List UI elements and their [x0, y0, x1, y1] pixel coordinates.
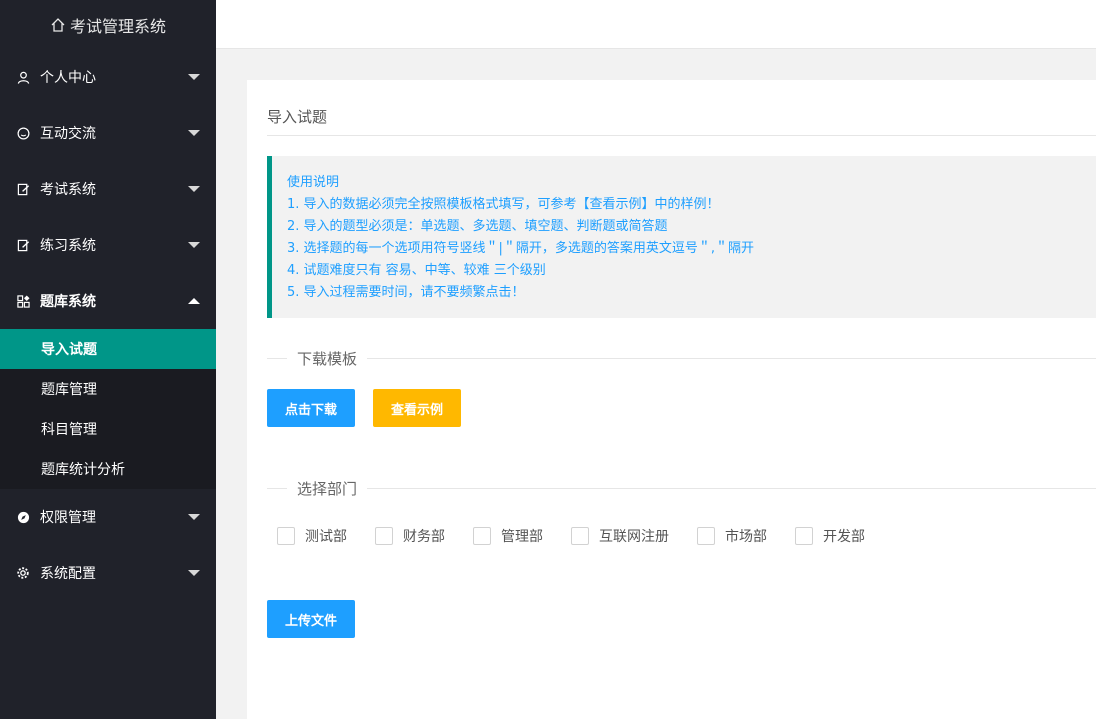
divider: [267, 357, 287, 359]
checkbox-box[interactable]: [795, 527, 813, 545]
checkbox-label: 管理部: [501, 529, 543, 545]
department-checkbox[interactable]: 市场部: [697, 526, 767, 546]
divider: [367, 357, 1096, 359]
caret-down-icon: [188, 242, 200, 248]
nav-label: 考试系统: [40, 182, 96, 198]
caret-down-icon: [188, 74, 200, 80]
nav-label: 系统配置: [40, 566, 96, 582]
checkbox-label: 测试部: [305, 529, 347, 545]
apps-icon: [16, 294, 30, 308]
department-checkboxes: 测试部 财务部 管理部 互联网注册 市场部 开发部: [277, 526, 893, 546]
caret-down-icon: [188, 186, 200, 192]
app-logo[interactable]: 考试管理系统: [0, 0, 216, 49]
top-header: [216, 0, 1096, 49]
compass-icon: [16, 510, 30, 524]
select-department-section: 选择部门: [267, 478, 1096, 498]
nav-item-system-config[interactable]: 系统配置: [0, 545, 216, 601]
sub-item-label: 题库统计分析: [41, 462, 125, 478]
notice-line: 1. 导入的数据必须完全按照模板格式填写，可参考【查看示例】中的样例！: [287, 197, 720, 212]
nav-label: 互动交流: [40, 126, 96, 142]
notice-line: 4. 试题难度只有 容易、中等、较难 三个级别: [287, 263, 546, 278]
home-icon: [51, 17, 65, 32]
sub-item-label: 题库管理: [41, 382, 97, 398]
department-checkbox[interactable]: 测试部: [277, 526, 347, 546]
edit-icon: [16, 182, 30, 196]
nav-item-personal[interactable]: 个人中心: [0, 49, 216, 105]
caret-down-icon: [188, 514, 200, 520]
submenu-question-bank: 导入试题 题库管理 科目管理 题库统计分析: [0, 329, 216, 489]
notice-line: 5. 导入过程需要时间，请不要频繁点击！: [287, 285, 525, 300]
department-checkbox[interactable]: 互联网注册: [571, 526, 669, 546]
nav-label: 个人中心: [40, 70, 96, 86]
gear-icon: [16, 566, 30, 580]
caret-up-icon: [188, 298, 200, 304]
notice-line: 3. 选择题的每一个选项用符号竖线＂|＂隔开，多选题的答案用英文逗号＂,＂隔开: [287, 241, 755, 256]
checkbox-label: 开发部: [823, 529, 865, 545]
sidebar: 考试管理系统 个人中心 互动交流 考试系统 练习系统 题库系统 导入试题 题库管…: [0, 0, 216, 719]
nav-item-exam[interactable]: 考试系统: [0, 161, 216, 217]
nav-item-interaction[interactable]: 互动交流: [0, 105, 216, 161]
caret-down-icon: [188, 130, 200, 136]
sub-item-bank-statistics[interactable]: 题库统计分析: [0, 449, 216, 489]
sub-item-import-questions[interactable]: 导入试题: [0, 329, 216, 369]
sub-item-label: 科目管理: [41, 422, 97, 438]
upload-file-button[interactable]: 上传文件: [267, 600, 356, 638]
page-title: 导入试题: [267, 108, 328, 126]
sub-item-bank-management[interactable]: 题库管理: [0, 369, 216, 409]
checkbox-label: 财务部: [403, 529, 445, 545]
department-checkbox[interactable]: 财务部: [375, 526, 445, 546]
download-button[interactable]: 点击下载: [267, 389, 356, 427]
import-card: 导入试题 使用说明 1. 导入的数据必须完全按照模板格式填写，可参考【查看示例】…: [247, 80, 1096, 719]
usage-notice: 使用说明 1. 导入的数据必须完全按照模板格式填写，可参考【查看示例】中的样例！…: [267, 156, 1096, 318]
divider: [367, 487, 1096, 489]
sub-item-label: 导入试题: [41, 342, 97, 358]
notice-line: 2. 导入的题型必须是：单选题、多选题、填空题、判断题或简答题: [287, 219, 668, 234]
sub-item-subject-management[interactable]: 科目管理: [0, 409, 216, 449]
checkbox-box[interactable]: [277, 527, 295, 545]
edit-icon: [16, 238, 30, 252]
notice-heading: 使用说明: [287, 175, 340, 190]
caret-down-icon: [188, 570, 200, 576]
checkbox-label: 互联网注册: [599, 529, 669, 545]
nav-item-question-bank[interactable]: 题库系统: [0, 273, 216, 329]
nav-label: 练习系统: [40, 238, 96, 254]
checkbox-box[interactable]: [473, 527, 491, 545]
title-divider: [267, 135, 1096, 136]
app-title: 考试管理系统: [69, 16, 166, 36]
smile-icon: [16, 126, 30, 140]
nav-item-practice[interactable]: 练习系统: [0, 217, 216, 273]
checkbox-box[interactable]: [375, 527, 393, 545]
section-title: 选择部门: [297, 479, 358, 498]
checkbox-box[interactable]: [571, 527, 589, 545]
department-checkbox[interactable]: 管理部: [473, 526, 543, 546]
nav-label: 题库系统: [40, 294, 96, 310]
divider: [267, 487, 287, 489]
department-checkbox[interactable]: 开发部: [795, 526, 865, 546]
checkbox-box[interactable]: [697, 527, 715, 545]
checkbox-label: 市场部: [725, 529, 767, 545]
section-title: 下载模板: [297, 349, 358, 368]
user-icon: [16, 70, 30, 84]
download-template-section: 下载模板: [267, 348, 1096, 368]
nav-label: 权限管理: [40, 510, 96, 526]
nav-item-permissions[interactable]: 权限管理: [0, 489, 216, 545]
view-example-button[interactable]: 查看示例: [373, 389, 462, 427]
